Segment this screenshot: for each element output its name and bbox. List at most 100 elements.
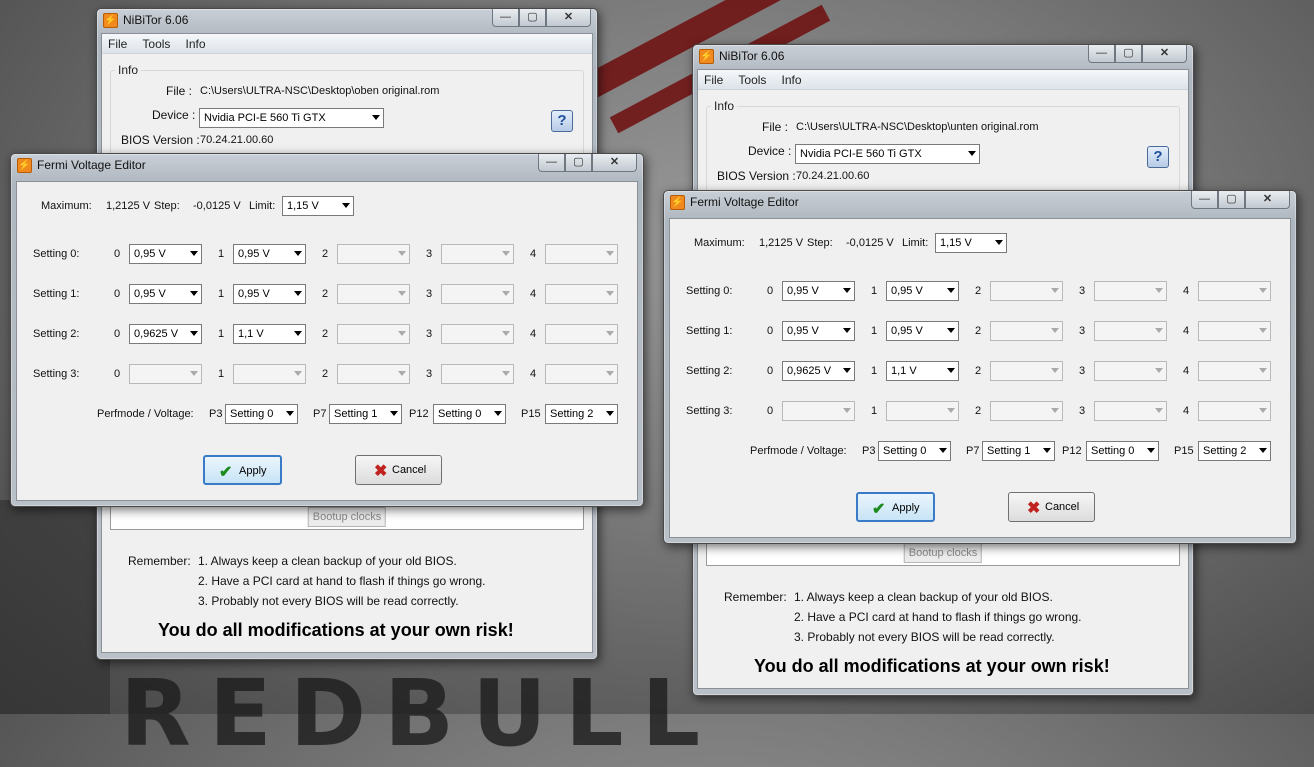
perfmode-name: P15 bbox=[1174, 445, 1194, 457]
voltage-select[interactable] bbox=[441, 284, 514, 304]
cancel-button[interactable]: ✖ Cancel bbox=[1008, 492, 1095, 522]
voltage-select[interactable] bbox=[886, 401, 959, 421]
perfmode-select[interactable]: Setting 2 bbox=[1198, 441, 1271, 461]
voltage-select[interactable]: 0,95 V bbox=[129, 244, 202, 264]
voltage-select[interactable] bbox=[441, 244, 514, 264]
voltage-select[interactable] bbox=[129, 364, 202, 384]
voltage-select[interactable]: 1,1 V bbox=[233, 324, 306, 344]
voltage-select[interactable]: 0,95 V bbox=[886, 321, 959, 341]
perfmode-select[interactable]: Setting 1 bbox=[982, 441, 1055, 461]
maximize-button[interactable]: ▢ bbox=[565, 154, 592, 172]
help-icon[interactable]: ? bbox=[551, 110, 573, 132]
voltage-select[interactable] bbox=[545, 284, 618, 304]
voltage-select[interactable] bbox=[782, 401, 855, 421]
limit-select[interactable]: 1,15 V bbox=[935, 233, 1007, 253]
perfmode-select[interactable]: Setting 2 bbox=[545, 404, 618, 424]
menu-info[interactable]: Info bbox=[775, 70, 807, 87]
voltage-select[interactable] bbox=[1198, 281, 1271, 301]
voltage-index: 4 bbox=[530, 288, 537, 300]
minimize-button[interactable]: — bbox=[538, 154, 565, 172]
device-select[interactable]: Nvidia PCI-E 560 Ti GTX bbox=[795, 144, 980, 164]
close-button[interactable]: ✕ bbox=[1142, 45, 1187, 63]
voltage-select[interactable]: 0,95 V bbox=[782, 321, 855, 341]
voltage-select[interactable] bbox=[1094, 401, 1167, 421]
limit-select[interactable]: 1,15 V bbox=[282, 196, 354, 216]
chevron-down-icon bbox=[294, 371, 302, 376]
chevron-down-icon bbox=[502, 291, 510, 296]
voltage-select[interactable] bbox=[233, 364, 306, 384]
perfmode-select[interactable]: Setting 0 bbox=[225, 404, 298, 424]
voltage-select[interactable] bbox=[990, 321, 1063, 341]
voltage-select[interactable] bbox=[337, 284, 410, 304]
voltage-select[interactable] bbox=[1198, 361, 1271, 381]
voltage-index: 4 bbox=[530, 248, 537, 260]
window-title: Fermi Voltage Editor bbox=[37, 158, 146, 172]
voltage-select[interactable] bbox=[337, 244, 410, 264]
bios-label: BIOS Version : bbox=[717, 169, 796, 183]
perfmode-select[interactable]: Setting 0 bbox=[1086, 441, 1159, 461]
voltage-select[interactable]: 0,9625 V bbox=[129, 324, 202, 344]
apply-button[interactable]: ✔ Apply bbox=[856, 492, 935, 522]
voltage-select[interactable]: 1,1 V bbox=[886, 361, 959, 381]
bootup-clocks-button[interactable]: Bootup clocks bbox=[307, 507, 387, 527]
maximize-button[interactable]: ▢ bbox=[1115, 45, 1142, 63]
title-bar[interactable]: ⚡ NiBiTor 6.06 — ▢ ✕ bbox=[97, 9, 597, 33]
chevron-down-icon bbox=[190, 291, 198, 296]
step-label: Step: bbox=[154, 200, 180, 212]
nibitor-icon: ⚡ bbox=[17, 158, 32, 173]
chevron-down-icon bbox=[502, 251, 510, 256]
maximize-button[interactable]: ▢ bbox=[1218, 191, 1245, 209]
voltage-select[interactable] bbox=[337, 364, 410, 384]
voltage-select[interactable]: 0,95 V bbox=[233, 284, 306, 304]
voltage-select[interactable] bbox=[1198, 321, 1271, 341]
device-select[interactable]: Nvidia PCI-E 560 Ti GTX bbox=[199, 108, 384, 128]
close-button[interactable]: ✕ bbox=[546, 9, 591, 27]
voltage-select[interactable] bbox=[545, 364, 618, 384]
voltage-select[interactable] bbox=[1094, 361, 1167, 381]
title-bar[interactable]: ⚡ NiBiTor 6.06 — ▢ ✕ bbox=[693, 45, 1193, 69]
voltage-select[interactable] bbox=[990, 361, 1063, 381]
close-button[interactable]: ✕ bbox=[592, 154, 637, 172]
help-icon[interactable]: ? bbox=[1147, 146, 1169, 168]
menu-tools[interactable]: Tools bbox=[732, 70, 772, 87]
title-bar[interactable]: ⚡ Fermi Voltage Editor — ▢ ✕ bbox=[11, 154, 643, 178]
menu-tools[interactable]: Tools bbox=[136, 34, 176, 51]
voltage-select[interactable] bbox=[1094, 321, 1167, 341]
device-label: Device : bbox=[152, 108, 196, 122]
voltage-select[interactable]: 0,95 V bbox=[129, 284, 202, 304]
minimize-button[interactable]: — bbox=[1088, 45, 1115, 63]
maximize-button[interactable]: ▢ bbox=[519, 9, 546, 27]
voltage-select[interactable] bbox=[441, 364, 514, 384]
cancel-button[interactable]: ✖ Cancel bbox=[355, 455, 442, 485]
window-title: Fermi Voltage Editor bbox=[690, 195, 799, 209]
voltage-select[interactable] bbox=[545, 244, 618, 264]
menu-file[interactable]: File bbox=[698, 70, 729, 87]
voltage-select[interactable] bbox=[337, 324, 410, 344]
voltage-select[interactable]: 0,95 V bbox=[233, 244, 306, 264]
bootup-clocks-button[interactable]: Bootup clocks bbox=[903, 543, 983, 563]
voltage-select[interactable]: 0,95 V bbox=[782, 281, 855, 301]
title-bar[interactable]: ⚡ Fermi Voltage Editor — ▢ ✕ bbox=[664, 191, 1296, 215]
menu-file[interactable]: File bbox=[102, 34, 133, 51]
voltage-select[interactable]: 0,9625 V bbox=[782, 361, 855, 381]
chevron-down-icon bbox=[502, 371, 510, 376]
voltage-select[interactable]: 0,95 V bbox=[886, 281, 959, 301]
voltage-select[interactable] bbox=[1094, 281, 1167, 301]
voltage-select[interactable] bbox=[441, 324, 514, 344]
voltage-select[interactable] bbox=[1198, 401, 1271, 421]
apply-button[interactable]: ✔ Apply bbox=[203, 455, 282, 485]
minimize-button[interactable]: — bbox=[492, 9, 519, 27]
chevron-down-icon bbox=[947, 288, 955, 293]
perfmode-name: P15 bbox=[521, 408, 541, 420]
voltage-select[interactable] bbox=[545, 324, 618, 344]
close-button[interactable]: ✕ bbox=[1245, 191, 1290, 209]
menu-info[interactable]: Info bbox=[179, 34, 211, 51]
perfmode-select[interactable]: Setting 0 bbox=[878, 441, 951, 461]
perfmode-select[interactable]: Setting 1 bbox=[329, 404, 402, 424]
perfmode-select[interactable]: Setting 0 bbox=[433, 404, 506, 424]
voltage-select[interactable] bbox=[990, 281, 1063, 301]
chevron-down-icon bbox=[1259, 288, 1267, 293]
voltage-select[interactable] bbox=[990, 401, 1063, 421]
file-path: C:\Users\ULTRA-NSC\Desktop\unten origina… bbox=[796, 121, 1039, 133]
minimize-button[interactable]: — bbox=[1191, 191, 1218, 209]
